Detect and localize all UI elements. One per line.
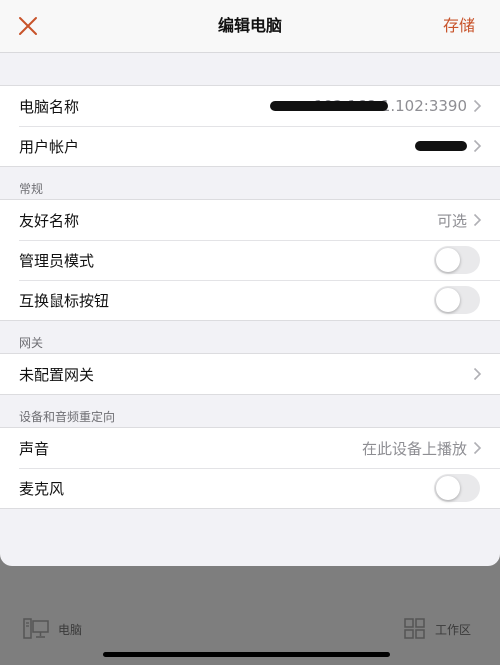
gateway-row[interactable]: 未配置网关 xyxy=(0,354,500,394)
chevron-right-icon xyxy=(473,99,482,113)
friendly-name-row[interactable]: 友好名称 可选 xyxy=(0,200,500,240)
pc-name-value: 192.168.1.102:3390 xyxy=(270,97,467,115)
toggle-knob xyxy=(436,288,460,312)
redaction-mark xyxy=(415,141,467,151)
swap-mouse-label: 互换鼠标按钮 xyxy=(19,291,110,310)
friendly-name-value: 可选 xyxy=(436,211,467,230)
toggle-knob xyxy=(436,248,460,272)
redaction-mark xyxy=(270,101,389,111)
tab-workspaces[interactable]: 工作区 xyxy=(404,618,471,640)
user-account-row[interactable]: 用户帐户 xyxy=(0,126,500,166)
chevron-right-icon xyxy=(473,441,482,455)
connection-group: 电脑名称 192.168.1.102:3390 用户帐户 xyxy=(0,85,500,167)
edit-pc-sheet: 编辑电脑 存储 电脑名称 192.168.1.102:3390 用户帐户 常规 xyxy=(0,0,500,566)
pc-name-row[interactable]: 电脑名称 192.168.1.102:3390 xyxy=(0,86,500,126)
general-group: 友好名称 可选 管理员模式 互换鼠标按钮 xyxy=(0,199,500,321)
swap-mouse-toggle[interactable] xyxy=(434,286,480,314)
tab-workspaces-label: 工作区 xyxy=(435,622,472,637)
sound-row[interactable]: 声音 在此设备上播放 xyxy=(0,428,500,468)
redirection-section-header: 设备和音频重定向 xyxy=(19,410,116,424)
chevron-right-icon xyxy=(473,213,482,227)
tab-pcs-label: 电脑 xyxy=(58,622,83,637)
chevron-right-icon xyxy=(473,367,482,381)
microphone-toggle[interactable] xyxy=(434,474,480,502)
gateway-group: 未配置网关 xyxy=(0,353,500,395)
redirection-group: 声音 在此设备上播放 麦克风 xyxy=(0,427,500,509)
admin-mode-label: 管理员模式 xyxy=(19,251,95,270)
user-account-label: 用户帐户 xyxy=(19,137,80,156)
tab-pcs[interactable]: 电脑 xyxy=(23,618,82,640)
nav-bar: 编辑电脑 存储 xyxy=(0,0,500,53)
swap-mouse-row: 互换鼠标按钮 xyxy=(0,280,500,320)
workspace-grid-icon xyxy=(404,618,425,639)
admin-mode-row: 管理员模式 xyxy=(0,240,500,280)
save-button[interactable]: 存储 xyxy=(443,0,475,52)
toggle-knob xyxy=(436,476,460,500)
home-indicator xyxy=(103,652,390,657)
computer-icon xyxy=(23,618,49,639)
microphone-row: 麦克风 xyxy=(0,468,500,508)
admin-mode-toggle[interactable] xyxy=(434,246,480,274)
microphone-label: 麦克风 xyxy=(19,479,65,498)
gateway-section-header: 网关 xyxy=(19,336,44,350)
page-title: 编辑电脑 xyxy=(217,16,282,35)
gateway-label: 未配置网关 xyxy=(19,365,95,384)
sound-label: 声音 xyxy=(19,439,50,458)
sound-value: 在此设备上播放 xyxy=(361,439,467,458)
general-section-header: 常规 xyxy=(19,182,44,196)
pc-name-label: 电脑名称 xyxy=(19,97,80,116)
friendly-name-label: 友好名称 xyxy=(19,211,80,230)
chevron-right-icon xyxy=(473,139,482,153)
